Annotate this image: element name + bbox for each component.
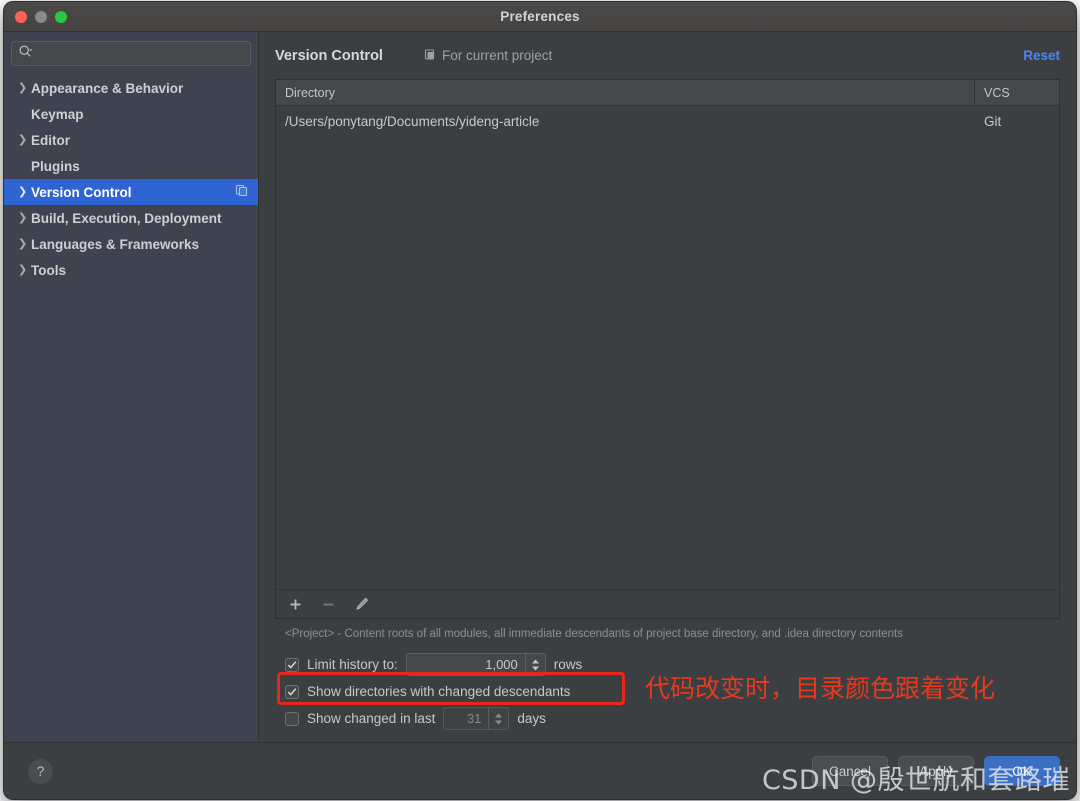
check-icon [287,660,297,670]
chevron-right-icon: ❯ [18,135,31,146]
scope-label: For current project [442,48,552,63]
sidebar-item-version-control[interactable]: ❯ Version Control [4,179,258,205]
limit-history-unit: rows [554,657,583,672]
sidebar-item-keymap[interactable]: ❯ Keymap [4,101,258,127]
stepper-arrows-icon[interactable] [488,708,508,729]
preferences-window: Preferences ❯ Appearance & Behavior [4,2,1076,799]
days-value[interactable]: 31 [444,708,488,729]
sidebar-item-label: Keymap [31,107,248,122]
limit-history-value[interactable]: 1,000 [407,654,525,675]
sidebar-item-label: Appearance & Behavior [31,81,248,96]
reset-link[interactable]: Reset [1023,48,1060,63]
limit-history-checkbox[interactable] [285,658,299,672]
sidebar-item-plugins[interactable]: ❯ Plugins [4,153,258,179]
copy-icon[interactable] [235,184,248,200]
chevron-right-icon: ❯ [18,213,31,224]
plus-icon[interactable] [287,596,304,613]
search-box[interactable] [11,41,251,66]
dialog-button-group: Cancel Apply OK [812,756,1060,786]
sidebar-item-appearance-and-behavior[interactable]: ❯ Appearance & Behavior [4,75,258,101]
window-titlebar: Preferences [4,2,1076,32]
pencil-icon[interactable] [353,596,370,613]
table-body: /Users/ponytang/Documents/yideng-article… [276,106,1059,589]
show-directories-label: Show directories with changed descendant… [307,684,570,699]
sidebar-item-label: Languages & Frameworks [31,237,248,252]
chevron-right-icon: ❯ [18,187,31,198]
window-title: Preferences [4,9,1076,24]
panel-header: Version Control For current project Rese… [275,32,1060,79]
page-title: Version Control [275,48,383,64]
sidebar-item-label: Plugins [31,159,248,174]
search-input[interactable] [36,47,244,61]
table-row[interactable]: /Users/ponytang/Documents/yideng-article… [276,106,1059,136]
days-stepper[interactable]: 31 [443,707,509,730]
limit-history-stepper[interactable]: 1,000 [406,653,546,676]
scope-hint-text: <Project> - Content roots of all modules… [285,628,1060,640]
apply-button[interactable]: Apply [898,756,974,786]
close-window-button[interactable] [15,11,27,23]
check-icon [287,687,297,697]
limit-history-label: Limit history to: [307,657,398,672]
maximize-window-button[interactable] [55,11,67,23]
cell-directory: /Users/ponytang/Documents/yideng-article [276,114,975,129]
dialog-footer: ? Cancel Apply OK CSDN @殷世航和套路璀 [4,742,1076,799]
scope-indicator[interactable]: For current project [424,48,552,64]
sidebar-item-label: Tools [31,263,248,278]
show-changed-in-last-row: Show changed in last 31 days [285,705,1060,732]
days-unit: days [517,711,546,726]
sidebar-item-build-execution-deployment[interactable]: ❯ Build, Execution, Deployment [4,205,258,231]
settings-panel: Version Control For current project Rese… [259,32,1076,742]
table-header-row: Directory VCS [276,80,1059,106]
sidebar-item-label: Editor [31,133,248,148]
show-directories-checkbox[interactable] [285,685,299,699]
column-header-directory[interactable]: Directory [276,80,975,105]
ok-button[interactable]: OK [984,756,1060,786]
directory-mappings-table: Directory VCS /Users/ponytang/Documents/… [275,79,1060,619]
annotation-text: 代码改变时，目录颜色跟着变化 [645,672,995,705]
show-directories-row: Show directories with changed descendant… [285,678,1060,705]
chevron-right-icon: ❯ [18,239,31,250]
minimize-window-button[interactable] [35,11,47,23]
settings-sidebar: ❯ Appearance & Behavior ❯ Keymap ❯ Edito… [4,32,259,742]
sidebar-item-label: Build, Execution, Deployment [31,211,248,226]
table-toolbar [276,589,1059,618]
show-changed-in-last-checkbox[interactable] [285,712,299,726]
dialog-body: ❯ Appearance & Behavior ❯ Keymap ❯ Edito… [4,32,1076,742]
help-button[interactable]: ? [28,759,53,784]
chevron-right-icon: ❯ [18,83,31,94]
show-changed-in-last-label: Show changed in last [307,711,435,726]
stepper-arrows-icon[interactable] [525,654,545,675]
sidebar-item-label: Version Control [31,185,235,200]
column-header-vcs[interactable]: VCS [975,80,1059,105]
sidebar-item-editor[interactable]: ❯ Editor [4,127,258,153]
cell-vcs: Git [975,114,1059,129]
traffic-light-group [15,11,67,23]
cancel-button[interactable]: Cancel [812,756,888,786]
search-icon [18,44,33,64]
project-icon [424,48,437,64]
chevron-right-icon: ❯ [18,265,31,276]
sidebar-item-tools[interactable]: ❯ Tools [4,257,258,283]
options-section: <Project> - Content roots of all modules… [275,619,1060,742]
minus-icon[interactable] [320,596,337,613]
sidebar-item-languages-and-frameworks[interactable]: ❯ Languages & Frameworks [4,231,258,257]
